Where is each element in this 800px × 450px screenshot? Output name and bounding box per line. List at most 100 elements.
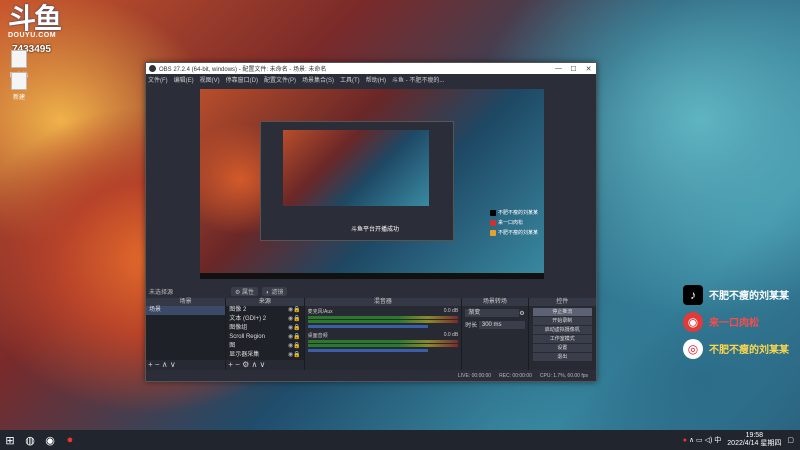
maximize-button[interactable]: ☐ — [566, 65, 581, 73]
sources-list: 图像 2 ◉🔒 文本 (GDI+) 2 ◉🔒 图像组 ◉🔒 Scroll Region… — [226, 306, 304, 360]
transitions-dock: 场景转场 渐变 ⚙ 时长 300 ms — [462, 298, 529, 370]
volume-slider[interactable] — [307, 325, 429, 328]
cpu-status: CPU: 1.7%, 60.00 fps — [539, 373, 588, 379]
recycle-bin-icon — [11, 50, 27, 68]
clock-time: 19:58 — [745, 432, 764, 439]
menu-profile[interactable]: 配置文件(P) — [264, 75, 296, 84]
close-button[interactable]: ✕ — [581, 65, 596, 73]
preview-social-name: 来一口肉松 — [498, 220, 524, 226]
obs-titlebar[interactable]: OBS 27.2.4 (64-bit, windows) - 配置文件: 未命名… — [146, 63, 596, 74]
menu-tools[interactable]: 工具(T) — [340, 75, 360, 84]
douyu-taskbar-icon[interactable]: ● — [60, 430, 80, 450]
controls-dock-title: 控件 — [528, 298, 596, 306]
obs-title-text: OBS 27.2.4 (64-bit, windows) - 配置文件: 未命名… — [159, 67, 327, 73]
eye-icon[interactable]: ◉🔒 — [288, 325, 301, 332]
social-name: 不肥不瘦的刘某某 — [709, 345, 789, 356]
mixer-track: 桌面音频 0.0 dB — [307, 332, 459, 352]
windows-start-icon[interactable]: ⊞ — [0, 430, 20, 450]
douyu-logo-mark: 斗鱼 — [8, 2, 62, 35]
source-item[interactable]: 图像 2 ◉🔒 — [226, 306, 303, 315]
volume-slider[interactable] — [307, 349, 429, 352]
studio-mode-button[interactable]: 工作室模式 — [532, 335, 592, 343]
menu-edit[interactable]: 编辑(E) — [174, 75, 194, 84]
scene-item-label: 场景 — [149, 307, 162, 313]
nested-preview — [283, 130, 429, 206]
douyu-logo: 斗鱼 DOUYU.COM — [8, 2, 62, 40]
scenes-footer[interactable]: + − ∧ ∨ — [146, 360, 225, 370]
douyu-logo-text: DOUYU.COM — [8, 32, 57, 39]
controls-body: 停止推流 开始录制 启动虚拟摄像机 工作室模式 设置 退出 — [528, 306, 596, 370]
menu-docks[interactable]: 停靠窗口(D) — [226, 75, 258, 84]
eye-icon[interactable]: ◉🔒 — [288, 343, 301, 350]
source-item-label: 显示器采集 — [229, 352, 260, 358]
preview-social-overlay: 不肥不瘦的刘某某 来一口肉松 不肥不瘦的刘某某 — [490, 209, 538, 239]
sources-dock: 来源 图像 2 ◉🔒 文本 (GDI+) 2 ◉🔒 图像组 ◉🔒 Scroll Reg… — [226, 298, 305, 370]
eye-icon[interactable]: ◉🔒 — [288, 352, 301, 359]
eye-icon[interactable]: ◉🔒 — [288, 316, 301, 323]
start-recording-button[interactable]: 开始录制 — [532, 317, 592, 325]
exit-button[interactable]: 退出 — [532, 353, 592, 361]
preview-taskbar — [200, 273, 544, 279]
network-icon[interactable]: ▭ — [696, 436, 703, 444]
sources-footer[interactable]: + − ⚙ ∧ ∨ — [226, 360, 303, 370]
source-item-label: 图像 2 — [229, 307, 247, 313]
obs-menubar: 文件(F) 编辑(E) 视图(V) 停靠窗口(D) 配置文件(P) 场景集合(S… — [146, 74, 596, 84]
transition-select[interactable]: 渐变 — [465, 309, 520, 317]
steam-icon[interactable]: ◍ — [20, 430, 40, 450]
eye-icon[interactable]: ◉🔒 — [288, 307, 301, 314]
properties-button[interactable]: ⚙ 属性 — [231, 287, 259, 296]
menu-file[interactable]: 文件(F) — [148, 75, 168, 84]
menu-douyu[interactable]: 斗鱼 - 不肥不瘦的... — [392, 75, 444, 84]
social-name: 不肥不瘦的刘某某 — [709, 291, 789, 302]
volume-meter — [307, 316, 459, 319]
tray-douyu-icon[interactable]: ● — [683, 437, 687, 444]
duration-input[interactable]: 300 ms — [478, 320, 525, 329]
menu-scene-collection[interactable]: 场景集合(S) — [302, 75, 334, 84]
properties-label: 属性 — [242, 290, 255, 296]
preview-social-name: 不肥不瘦的刘某某 — [498, 230, 539, 236]
transition-settings-icon[interactable]: ⚙ — [519, 310, 524, 317]
douyu-icon: ◉ — [683, 311, 703, 332]
source-item[interactable]: Scroll Region ◉🔒 — [226, 333, 303, 342]
social-row: ◎ 不肥不瘦的刘某某 — [683, 336, 789, 361]
source-item[interactable]: 图 ◉🔒 — [226, 342, 303, 351]
obs-window: OBS 27.2.4 (64-bit, windows) - 配置文件: 未命名… — [145, 62, 597, 382]
source-item-label: 图 — [229, 343, 236, 349]
duration-label: 时长 — [465, 323, 478, 329]
social-name: 来一口肉松 — [709, 318, 759, 329]
notification-icon[interactable]: ▢ — [787, 436, 794, 444]
scene-item[interactable]: 场景 — [146, 306, 226, 315]
settings-button[interactable]: 设置 — [532, 344, 592, 352]
volume-meter — [307, 320, 459, 323]
clock[interactable]: 19:58 2022/4/14 星期四 — [727, 432, 781, 448]
mixer-track-name: 桌面音频 — [307, 333, 328, 339]
mixer-track-db: 0.0 dB — [443, 308, 459, 314]
obs-taskbar-icon[interactable]: ◉ — [40, 430, 60, 450]
menu-view[interactable]: 视图(V) — [200, 75, 220, 84]
no-source-label: 未选择源 — [149, 290, 174, 296]
scenes-list: 场景 — [146, 306, 226, 360]
source-item[interactable]: 显示器采集 ◉🔒 — [226, 351, 303, 360]
obs-logo-icon — [149, 65, 156, 72]
file-icon — [11, 72, 27, 90]
eye-icon[interactable]: ◉🔒 — [288, 334, 301, 341]
input-language[interactable]: 中 — [714, 435, 721, 445]
obs-preview[interactable]: 斗鱼平台开播成功 不肥不瘦的刘某某 来一口肉松 不肥不瘦的刘某某 — [200, 89, 544, 279]
source-item[interactable]: 文本 (GDI+) 2 ◉🔒 — [226, 315, 303, 324]
nested-caption: 斗鱼平台开播成功 — [351, 227, 400, 233]
desktop-icon-file[interactable]: 新建 — [4, 72, 34, 101]
social-row: ♪ 不肥不瘦的刘某某 — [683, 282, 789, 307]
stop-streaming-button[interactable]: 停止推流 — [532, 308, 592, 316]
filters-button[interactable]: ◐ 滤镜 — [262, 287, 288, 296]
minimize-button[interactable]: — — [551, 65, 566, 73]
rec-status: REC: 00:00:00 — [499, 373, 532, 379]
tray-expand-icon[interactable]: ∧ — [689, 436, 694, 444]
social-overlay: ♪ 不肥不瘦的刘某某 ◉ 来一口肉松 ◎ 不肥不瘦的刘某某 — [683, 282, 789, 363]
virtual-camera-button[interactable]: 启动虚拟摄像机 — [532, 326, 592, 334]
volume-icon[interactable]: ◁) — [705, 436, 713, 444]
desktop-wallpaper: 斗鱼 DOUYU.COM 7433495 回收站 新建 OBS 27.2.4 (… — [0, 0, 800, 430]
weibo-icon: ◎ — [683, 338, 703, 359]
source-item[interactable]: 图像组 ◉🔒 — [226, 324, 303, 333]
desktop-icon-label: 新建 — [12, 95, 25, 101]
menu-help[interactable]: 帮助(H) — [366, 75, 386, 84]
